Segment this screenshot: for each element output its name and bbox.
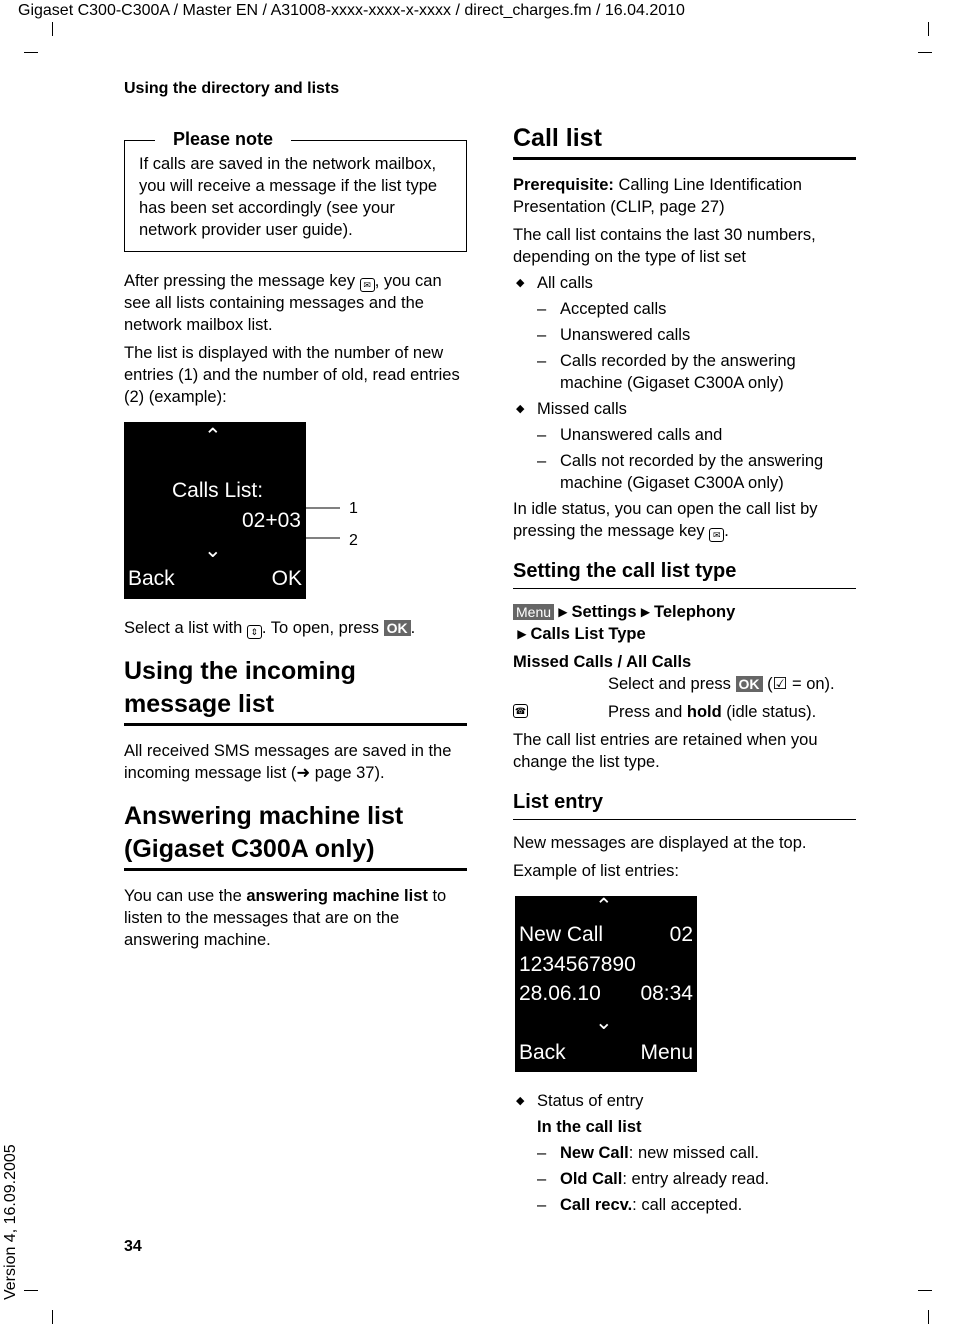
left-column: Please note If calls are saved in the ne… [124, 128, 467, 957]
display-calls-list: ⌃ Calls List: 02+03 ⌄ Back OK 1 2 [124, 422, 358, 599]
note-label: Please note [155, 128, 292, 150]
list-item: Unanswered calls [513, 324, 856, 346]
softkey-ok: OK [271, 567, 302, 590]
menu-path: Menu ▸ Settings ▸ Telephony ▸ Calls List… [513, 603, 736, 643]
note-text: If calls are saved in the network mailbo… [139, 155, 438, 239]
list-item: Accepted calls [513, 298, 856, 320]
paragraph: In idle status, you can open the call li… [513, 500, 818, 542]
checkbox-checked-icon: ☑ [772, 675, 788, 693]
display-line: 08:34 [640, 982, 693, 1005]
display-list-entry: ⌃ New Call 02 1234567890 28.06.10 08:34 … [515, 896, 697, 1072]
version-label: Version 4, 16.09.2005 [2, 1144, 19, 1300]
message-key-icon: ✉ [709, 528, 725, 542]
crop-mark [24, 1290, 38, 1291]
heading-incoming: Using the incoming message list [124, 655, 467, 726]
ok-key-icon: OK [383, 620, 411, 636]
callout-lines [284, 507, 340, 539]
running-header: Gigaset C300-C300A / Master EN / A31008-… [18, 2, 685, 19]
callout-2: 2 [349, 532, 358, 549]
heading-call-list: Call list [513, 122, 856, 160]
instruction: ☎ Press and hold (idle status). [513, 703, 817, 721]
crop-mark [52, 1310, 53, 1324]
status-list: Status of entry In the call list New Cal… [513, 1090, 856, 1216]
list-item: In the call list [537, 1118, 642, 1136]
paragraph: The call list entries are retained when … [513, 731, 818, 771]
crop-mark [24, 52, 38, 53]
options: Missed Calls / All Calls [513, 653, 692, 671]
paragraph: All received SMS messages are saved in t… [124, 742, 452, 782]
display-line: 28.06.10 [519, 982, 601, 1005]
crop-mark [918, 1290, 932, 1291]
callout-1: 1 [349, 500, 358, 517]
message-key-icon: ✉ [359, 278, 375, 292]
paragraph: Example of list entries: [513, 862, 679, 880]
paragraph: You can use the answering machine list t… [124, 887, 447, 949]
heading-answering-machine: Answering machine list (Gigaset C300A on… [124, 800, 467, 871]
paragraph: New messages are displayed at the top. [513, 834, 807, 852]
end-call-key-icon: ☎ [513, 704, 528, 718]
list-item: New Call: new missed call. [513, 1142, 856, 1164]
instruction: Select and press OK (☑ = on). [608, 675, 835, 693]
up-arrow-icon: ⌃ [595, 895, 613, 918]
list-item: Call recv.: call accepted. [513, 1194, 856, 1216]
softkey-menu: Menu [640, 1041, 693, 1064]
display-line: 1234567890 [519, 953, 636, 976]
page-number: 34 [124, 1238, 142, 1255]
display-title: Calls List: [172, 479, 264, 502]
paragraph: Prerequisite: Calling Line Identificatio… [513, 176, 802, 216]
crop-mark [928, 1310, 929, 1324]
display-line: 02 [669, 923, 693, 946]
paragraph: Select a list with ⇕. To open, press OK. [124, 619, 416, 639]
paragraph: After pressing the message key ✉, you ca… [124, 272, 442, 334]
menu-key-icon: Menu [513, 604, 555, 620]
ok-key-icon: OK [735, 676, 763, 692]
list-item: Old Call: entry already read. [513, 1168, 856, 1190]
down-arrow-icon: ⌄ [595, 1011, 613, 1034]
list-item: Missed calls [513, 398, 856, 420]
section-title: Using the directory and lists [124, 80, 340, 97]
list-item: Status of entry [513, 1090, 856, 1112]
softkey-back: Back [519, 1041, 566, 1064]
crop-mark [52, 22, 53, 36]
paragraph: The call list contains the last 30 numbe… [513, 226, 816, 266]
crop-mark [928, 22, 929, 36]
list-item: Unanswered calls and [513, 424, 856, 446]
softkey-back: Back [128, 567, 175, 590]
list-types: All calls Accepted calls Unanswered call… [513, 272, 856, 494]
display-line: New Call [519, 923, 604, 946]
right-column: Call list Prerequisite: Calling Line Ide… [513, 122, 856, 1220]
heading-list-entry: List entry [513, 789, 856, 820]
paragraph: The list is displayed with the number of… [124, 344, 460, 406]
heading-list-type: Setting the call list type [513, 558, 856, 589]
list-item: Calls not recorded by the answering mach… [513, 450, 856, 494]
crop-mark [918, 52, 932, 53]
list-item: All calls [513, 272, 856, 294]
list-item: Calls recorded by the answering machine … [513, 350, 856, 394]
note-box: Please note If calls are saved in the ne… [124, 128, 467, 252]
nav-key-icon: ⇕ [246, 625, 262, 639]
down-arrow-icon: ⌄ [204, 539, 222, 562]
up-arrow-icon: ⌃ [204, 425, 222, 448]
